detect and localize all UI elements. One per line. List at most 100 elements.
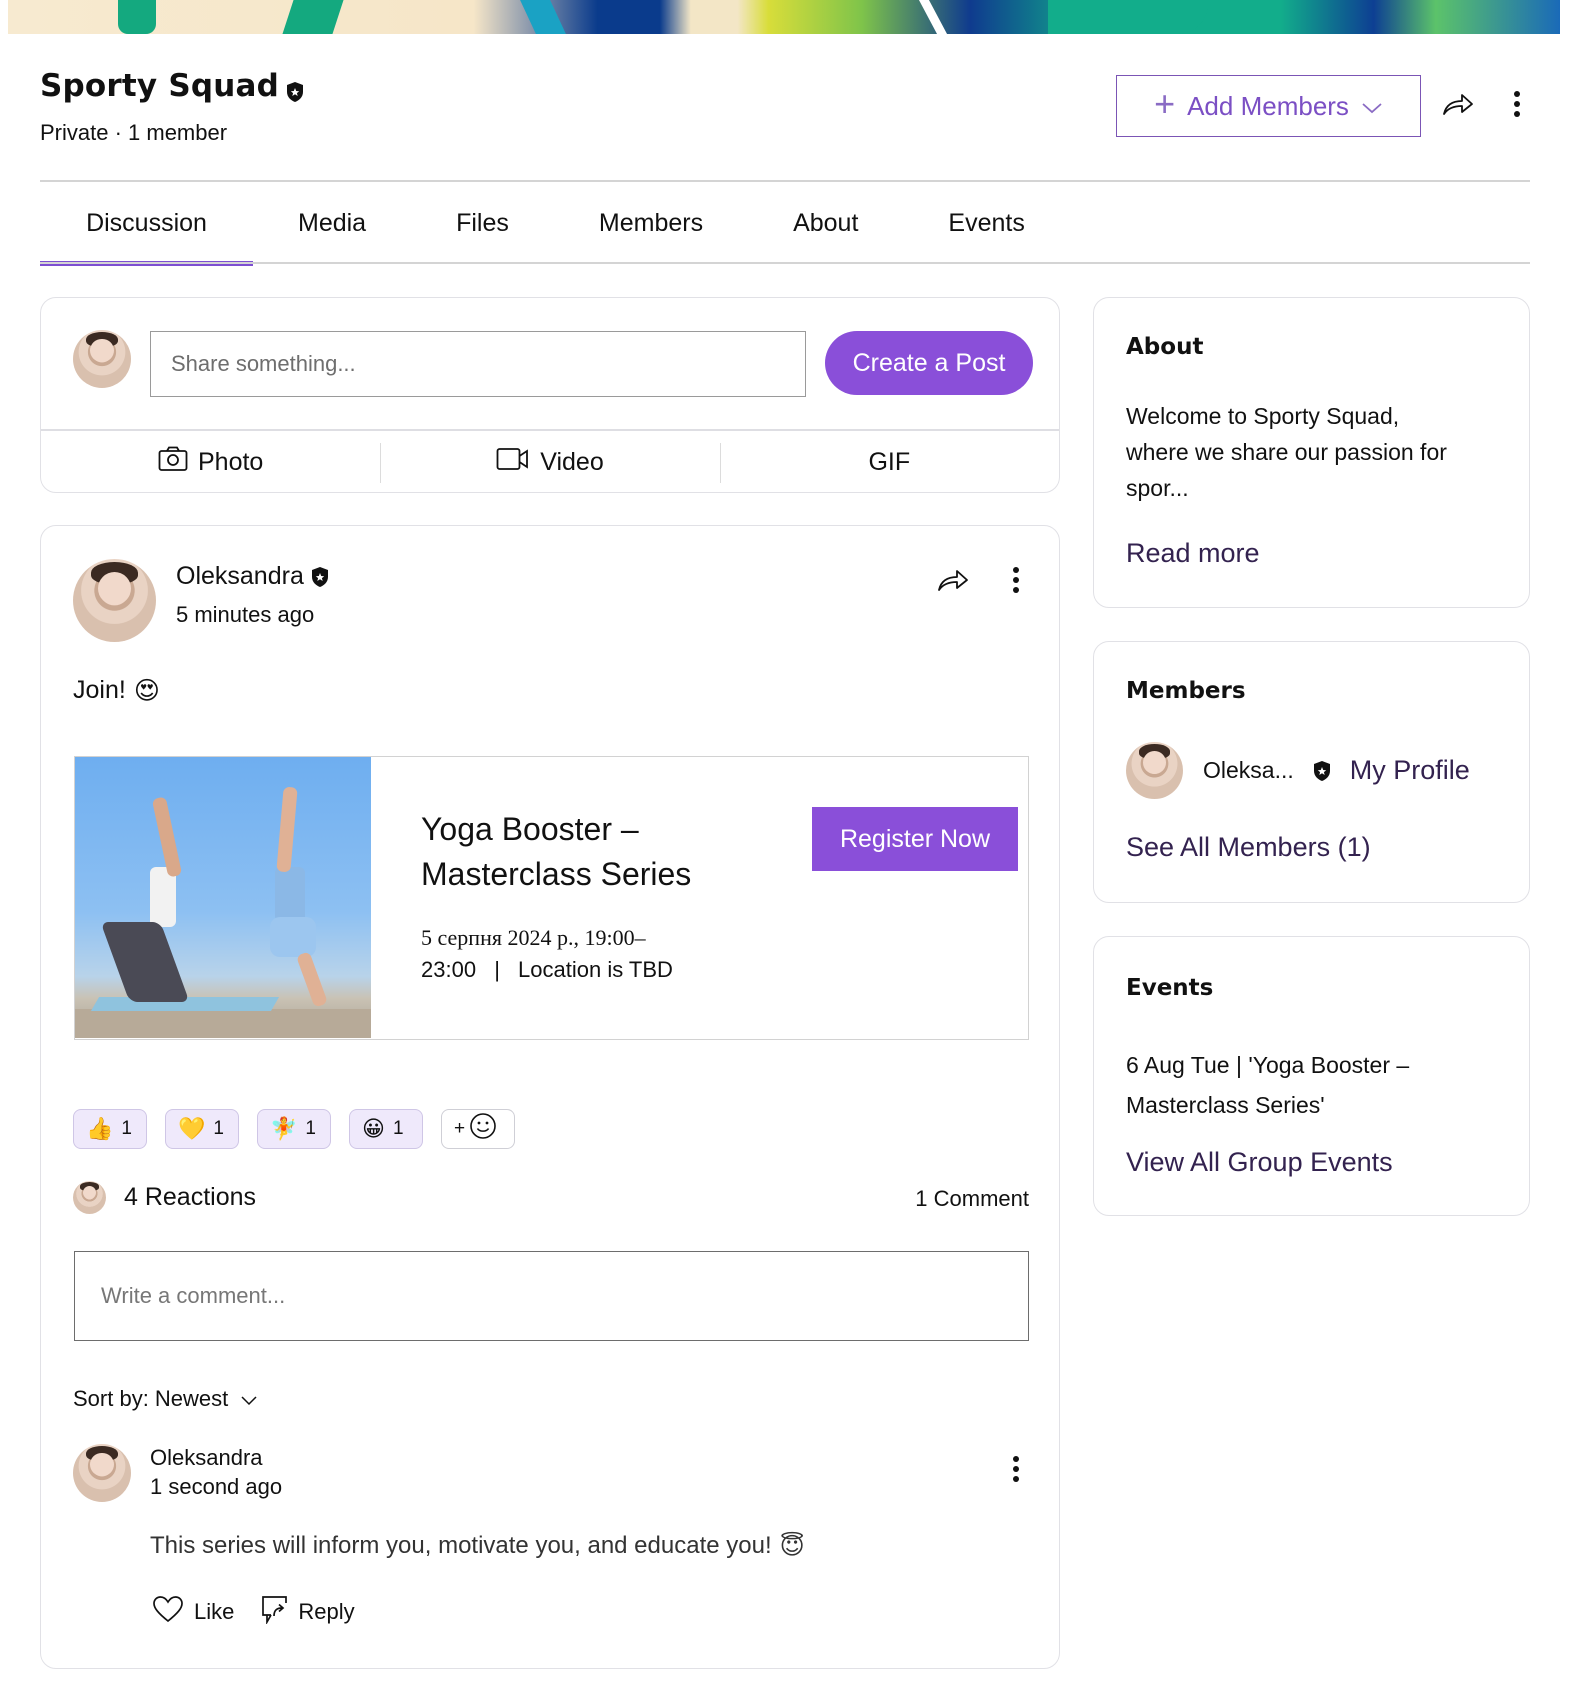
comment-count[interactable]: 1 Comment: [915, 1186, 1029, 1212]
yellow-heart-emoji-icon: 💛: [178, 1116, 206, 1142]
event-title-line1: Yoga Booster –: [421, 811, 639, 847]
about-title: About: [1126, 334, 1204, 360]
see-all-members-link[interactable]: See All Members (1): [1126, 832, 1371, 863]
upcoming-event[interactable]: 6 Aug Tue | 'Yoga Booster – Masterclass …: [1126, 1045, 1409, 1125]
post-author: Oleksandra: [176, 562, 330, 591]
sort-label: Sort by: Newest: [73, 1386, 229, 1411]
tab-about[interactable]: About: [748, 182, 903, 264]
shield-star-icon: [1312, 760, 1332, 782]
about-description: Welcome to Sporty Squad, where we share …: [1126, 398, 1447, 506]
heart-eyes-emoji-icon: 😍: [133, 676, 160, 705]
comment-body: This series will inform you, motivate yo…: [150, 1532, 805, 1560]
about-line: Welcome to Sporty Squad,: [1126, 403, 1400, 429]
reply-icon: [260, 1594, 288, 1630]
post-author-avatar[interactable]: [73, 559, 156, 642]
create-post-button[interactable]: Create a Post: [825, 331, 1033, 395]
photo-label: Photo: [197, 447, 264, 476]
smiley-icon: [469, 1112, 497, 1146]
tab-members[interactable]: Members: [554, 182, 748, 264]
event-meta: 5 серпня 2024 р., 19:00– 23:00 | Locatio…: [421, 922, 673, 986]
kebab-icon: [1012, 566, 1020, 599]
share-arrow-icon: [937, 568, 969, 597]
member-avatar[interactable]: [1126, 742, 1183, 799]
member-name[interactable]: Oleksa...: [1203, 757, 1294, 784]
about-line: spor...: [1126, 475, 1189, 501]
write-comment-input[interactable]: Write a comment...: [74, 1251, 1029, 1341]
comment-more-button[interactable]: [1001, 1451, 1031, 1491]
tab-media[interactable]: Media: [253, 182, 411, 264]
event-line: Masterclass Series': [1126, 1092, 1325, 1118]
comment-author-avatar[interactable]: [73, 1444, 131, 1502]
sort-comments-dropdown[interactable]: Sort by: Newest: [73, 1386, 258, 1412]
reply-label: Reply: [298, 1599, 355, 1624]
share-arrow-icon: [1442, 92, 1474, 121]
tab-files[interactable]: Files: [411, 182, 554, 264]
group-name: Sporty Squad: [40, 68, 280, 104]
gif-label: GIF: [868, 447, 911, 476]
share-post-button[interactable]: [931, 562, 975, 602]
post-body: Join! 😍: [73, 676, 160, 705]
kebab-icon: [1513, 90, 1521, 123]
reply-comment-button[interactable]: Reply: [260, 1594, 355, 1630]
event-title[interactable]: Yoga Booster – Masterclass Series: [421, 807, 691, 897]
events-title: Events: [1126, 975, 1214, 1001]
reaction-yellow-heart[interactable]: 💛 1: [165, 1109, 239, 1149]
plus-icon: +: [1154, 83, 1176, 124]
tabs-divider: [40, 262, 1530, 264]
about-widget: About Welcome to Sporty Squad, where we …: [1093, 297, 1530, 608]
reactor-avatar: [73, 1181, 106, 1214]
reaction-fairy[interactable]: 🧚 1: [257, 1109, 331, 1149]
group-title: Sporty Squad: [40, 68, 305, 104]
add-reaction-button[interactable]: +: [441, 1109, 515, 1149]
read-more-link[interactable]: Read more: [1126, 538, 1260, 569]
user-avatar: [73, 330, 131, 388]
my-profile-link[interactable]: My Profile: [1350, 755, 1470, 786]
shield-star-icon: [285, 75, 305, 102]
fairy-emoji-icon: 🧚: [270, 1116, 298, 1142]
reaction-count: 1: [121, 1118, 132, 1139]
reaction-count: 1: [392, 1118, 404, 1139]
register-now-button[interactable]: Register Now: [812, 807, 1018, 871]
video-label: Video: [540, 447, 604, 476]
share-something-input[interactable]: Share something...: [150, 331, 806, 397]
reaction-grinning[interactable]: 😀 1: [349, 1109, 423, 1149]
add-members-label: Add Members: [1187, 90, 1349, 121]
view-all-events-link[interactable]: View All Group Events: [1126, 1147, 1393, 1178]
post-more-button[interactable]: [1001, 562, 1031, 602]
about-line: where we share our passion for: [1126, 439, 1447, 465]
comment-actions: Like Reply: [152, 1594, 355, 1630]
event-location: Location is TBD: [518, 957, 673, 982]
halo-smile-emoji-icon: 😇: [779, 1532, 805, 1560]
grinning-emoji-icon: 😀: [362, 1116, 385, 1142]
event-card[interactable]: Yoga Booster – Masterclass Series 5 серп…: [74, 756, 1029, 1040]
thumbs-up-emoji-icon: 👍: [86, 1116, 114, 1142]
tab-events[interactable]: Events: [903, 182, 1069, 264]
kebab-icon: [1012, 1455, 1020, 1488]
add-photo-button[interactable]: Photo: [41, 431, 380, 493]
share-group-button[interactable]: [1436, 86, 1480, 126]
reactions-summary[interactable]: 4 Reactions: [73, 1181, 256, 1214]
video-icon: [496, 447, 530, 478]
cover-image: [8, 0, 1560, 34]
add-members-button[interactable]: + Add Members: [1116, 75, 1421, 137]
event-image: [75, 757, 371, 1038]
event-line: 6 Aug Tue | 'Yoga Booster –: [1126, 1052, 1410, 1078]
tab-discussion[interactable]: Discussion: [40, 182, 253, 266]
like-label: Like: [194, 1599, 235, 1624]
comment-text: This series will inform you, motivate yo…: [150, 1532, 772, 1559]
event-title-line2: Masterclass Series: [421, 856, 692, 892]
chevron-down-icon: [240, 1386, 258, 1412]
reactions-bar: 👍 1 💛 1 🧚 1 😀 1 +: [73, 1109, 515, 1149]
add-gif-button[interactable]: GIF: [719, 431, 1059, 493]
comment-author[interactable]: Oleksandra: [150, 1445, 263, 1471]
like-comment-button[interactable]: Like: [152, 1594, 234, 1630]
reaction-thumbs-up[interactable]: 👍 1: [73, 1109, 147, 1149]
group-more-button[interactable]: [1502, 86, 1532, 126]
heart-outline-icon: [152, 1595, 184, 1629]
post-timestamp: 5 minutes ago: [176, 602, 315, 627]
group-tabs: Discussion Media Files Members About Eve…: [40, 182, 1530, 266]
post-author-name[interactable]: Oleksandra: [176, 562, 304, 591]
add-video-button[interactable]: Video: [380, 431, 719, 493]
post-card: Oleksandra 5 minutes ago Join! 😍 Yoga Bo…: [40, 525, 1060, 1669]
post-text: Join!: [73, 676, 126, 704]
